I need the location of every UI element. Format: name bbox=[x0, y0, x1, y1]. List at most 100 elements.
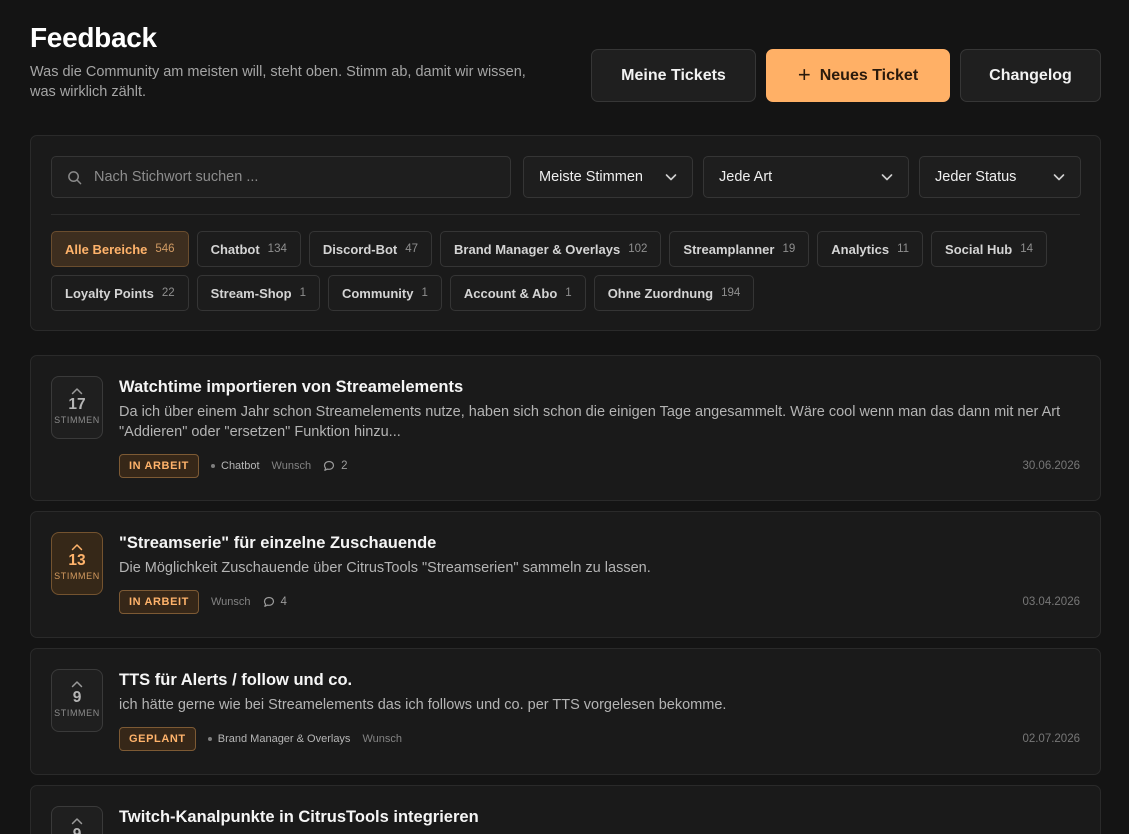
chip-label: Loyalty Points bbox=[65, 285, 154, 301]
search-icon bbox=[68, 170, 82, 184]
status-badge: IN ARBEIT bbox=[119, 454, 199, 478]
ticket-meta: IN ARBEIT Wunsch 4 03.04.2026 bbox=[119, 590, 1080, 614]
chip-analytics[interactable]: Analytics 11 bbox=[817, 231, 924, 267]
ticket-date: 03.04.2026 bbox=[1022, 596, 1080, 608]
comment-icon bbox=[323, 460, 335, 471]
chip-loyalty-points[interactable]: Loyalty Points 22 bbox=[51, 275, 189, 311]
vote-button[interactable]: 9 STIMMEN bbox=[51, 669, 103, 732]
search-input[interactable] bbox=[94, 169, 474, 185]
chip-label: Ohne Zuordnung bbox=[607, 285, 714, 301]
chevron-up-icon bbox=[71, 818, 83, 825]
chip-count: 22 bbox=[161, 287, 175, 299]
chip-count: 11 bbox=[897, 243, 910, 255]
chevron-up-icon bbox=[71, 681, 83, 688]
ticket-description: Da ich über einem Jahr schon Streameleme… bbox=[119, 404, 1061, 440]
ticket-comments: 4 bbox=[263, 596, 287, 608]
vote-count: 9 bbox=[72, 689, 82, 706]
chip-label: Alle Bereiche bbox=[65, 241, 148, 257]
chevron-down-icon bbox=[1053, 174, 1065, 181]
ticket-date: 02.07.2026 bbox=[1022, 733, 1080, 745]
vote-button[interactable]: 17 STIMMEN bbox=[51, 376, 103, 439]
chevron-up-icon bbox=[71, 544, 83, 551]
vote-button[interactable]: 13 STIMMEN bbox=[51, 532, 103, 595]
chip-count: 19 bbox=[782, 243, 796, 255]
ticket-card[interactable]: 13 STIMMEN "Streamserie" für einzelne Zu… bbox=[30, 511, 1101, 638]
chip-count: 14 bbox=[1020, 243, 1034, 255]
ticket-title[interactable]: "Streamserie" für einzelne Zuschauende bbox=[119, 532, 1080, 554]
ticket-category: Chatbot bbox=[211, 460, 260, 472]
chip-label: Analytics bbox=[831, 241, 890, 257]
ticket-description: ich hätte gerne wie bei Streamelements d… bbox=[119, 697, 727, 713]
vote-button[interactable]: 9 STIMMEN bbox=[51, 806, 103, 834]
ticket-date: 30.06.2026 bbox=[1022, 460, 1080, 472]
chip-count: 1 bbox=[565, 287, 572, 299]
ticket-kind: Wunsch bbox=[271, 460, 312, 472]
chip-brand-manager[interactable]: Brand Manager & Overlays 102 bbox=[440, 231, 662, 267]
chip-label: Brand Manager & Overlays bbox=[454, 241, 621, 257]
my-tickets-button[interactable]: Meine Tickets bbox=[591, 49, 756, 102]
status-select-value: Jeder Status bbox=[935, 169, 1017, 185]
category-chips: Alle Bereiche 546 Chatbot 134 Discord-Bot 4… bbox=[51, 231, 1081, 311]
changelog-button[interactable]: Changelog bbox=[960, 49, 1101, 102]
ticket-category-label: Brand Manager & Overlays bbox=[217, 733, 351, 745]
search-box[interactable] bbox=[51, 156, 511, 198]
ticket-meta: GEPLANT Brand Manager & Overlays Wunsch … bbox=[119, 727, 1080, 751]
chip-label: Community bbox=[341, 285, 414, 301]
ticket-card[interactable]: 9 STIMMEN Twitch-Kanalpunkte in CitrusTo… bbox=[30, 785, 1101, 834]
chip-stream-shop[interactable]: Stream-Shop 1 bbox=[196, 275, 320, 311]
chevron-down-icon bbox=[881, 174, 893, 181]
chip-count: 1 bbox=[421, 287, 428, 299]
ticket-title[interactable]: Twitch-Kanalpunkte in CitrusTools integr… bbox=[119, 806, 1080, 828]
header-actions: Meine Tickets + Neues Ticket Changelog bbox=[591, 49, 1101, 102]
ticket-kind: Wunsch bbox=[362, 733, 402, 745]
comment-icon bbox=[263, 596, 274, 607]
chip-label: Social Hub bbox=[945, 241, 1013, 257]
ticket-card[interactable]: 9 STIMMEN TTS für Alerts / follow und co… bbox=[30, 648, 1101, 775]
comment-count: 2 bbox=[341, 460, 348, 472]
vote-label: STIMMEN bbox=[54, 708, 100, 718]
chip-label: Stream-Shop bbox=[210, 285, 292, 301]
vote-count: 9 bbox=[73, 826, 82, 834]
sort-select-value: Meiste Stimmen bbox=[539, 169, 643, 185]
chip-count: 546 bbox=[155, 243, 175, 255]
chip-label: Streamplanner bbox=[683, 241, 775, 257]
page-subtitle: Was die Community am meisten will, steht… bbox=[30, 64, 526, 100]
sort-select[interactable]: Meiste Stimmen bbox=[523, 156, 693, 198]
ticket-title[interactable]: Watchtime importieren von Streamelements bbox=[119, 376, 1080, 398]
status-badge: GEPLANT bbox=[119, 727, 196, 751]
type-select-value: Jede Art bbox=[719, 169, 773, 185]
chip-chatbot[interactable]: Chatbot 134 bbox=[196, 231, 301, 267]
ticket-category: Brand Manager & Overlays bbox=[207, 733, 351, 745]
chevron-up-icon bbox=[71, 388, 83, 395]
vote-label: STIMMEN bbox=[54, 571, 100, 581]
type-select[interactable]: Jede Art bbox=[703, 156, 909, 198]
filter-panel: Meiste Stimmen Jede Art Jeder Status All… bbox=[30, 135, 1101, 331]
ticket-title[interactable]: TTS für Alerts / follow und co. bbox=[119, 669, 1080, 691]
ticket-card[interactable]: 17 STIMMEN Watchtime importieren von Str… bbox=[30, 355, 1101, 501]
category-dot-icon bbox=[207, 737, 212, 741]
ticket-category-label: Chatbot bbox=[221, 460, 260, 472]
chip-count: 1 bbox=[299, 287, 306, 299]
new-ticket-label: Neues Ticket bbox=[819, 66, 919, 84]
status-select[interactable]: Jeder Status bbox=[919, 156, 1081, 198]
chip-label: Discord-Bot bbox=[322, 241, 398, 257]
chip-community[interactable]: Community 1 bbox=[327, 275, 442, 311]
chip-account-abo[interactable]: Account & Abo 1 bbox=[449, 275, 586, 311]
page-header: Feedback Was die Community am meisten wi… bbox=[30, 22, 1101, 104]
chip-unassigned[interactable]: Ohne Zuordnung 194 bbox=[593, 275, 755, 311]
chip-streamplanner[interactable]: Streamplanner 19 bbox=[669, 231, 810, 267]
chip-discord-bot[interactable]: Discord-Bot 47 bbox=[308, 231, 433, 267]
ticket-meta: IN ARBEIT Chatbot Wunsch 2 30.06.2026 bbox=[119, 454, 1080, 478]
vote-count: 13 bbox=[68, 552, 86, 569]
plus-icon: + bbox=[797, 61, 811, 87]
status-badge: IN ARBEIT bbox=[119, 590, 199, 614]
chip-label: Account & Abo bbox=[463, 285, 558, 301]
category-dot-icon bbox=[211, 464, 215, 468]
chip-social-hub[interactable]: Social Hub 14 bbox=[931, 231, 1048, 267]
chevron-down-icon bbox=[665, 174, 677, 181]
filter-divider bbox=[51, 214, 1080, 215]
ticket-comments: 2 bbox=[323, 460, 347, 472]
new-ticket-button[interactable]: + Neues Ticket bbox=[766, 49, 950, 102]
chip-all-areas[interactable]: Alle Bereiche 546 bbox=[51, 231, 189, 267]
comment-count: 4 bbox=[280, 596, 287, 608]
